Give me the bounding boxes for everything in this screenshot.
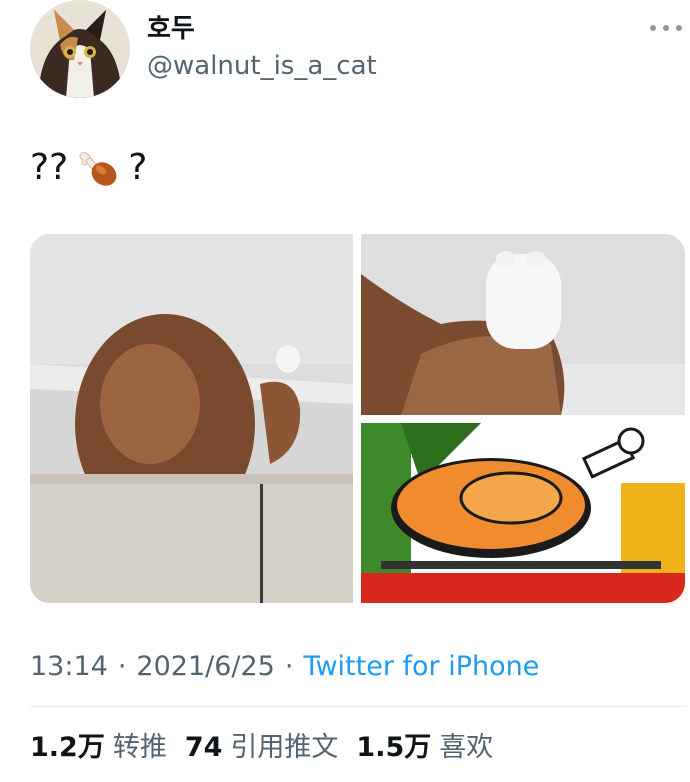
more-options-button[interactable]	[650, 18, 682, 38]
meta-separator: ·	[117, 651, 127, 682]
cat-avatar-icon	[30, 0, 130, 98]
tweet-time[interactable]: 13:14	[30, 650, 108, 684]
tweet-text-after: ?	[128, 147, 148, 188]
tweet-stats: 1.2万 转推 74 引用推文 1.5万 喜欢	[30, 730, 511, 766]
retweets-label: 转推	[112, 732, 167, 763]
likes-label: 喜欢	[439, 732, 494, 763]
cat-paw-closeup-photo-icon	[361, 234, 685, 415]
divider	[30, 706, 685, 707]
cartoon-roast-turkey-image-icon	[361, 423, 685, 603]
more-dot-icon	[676, 25, 682, 31]
more-dot-icon	[650, 25, 656, 31]
tweet-source-link[interactable]: Twitter for iPhone	[303, 650, 539, 684]
avatar[interactable]	[30, 0, 130, 98]
media-image-3[interactable]	[361, 423, 685, 603]
quotes-stat[interactable]: 74 引用推文	[185, 730, 339, 766]
likes-count: 1.5万	[356, 732, 432, 763]
retweets-count: 1.2万	[30, 732, 105, 763]
quotes-label: 引用推文	[230, 732, 339, 763]
tweet-text-before: ??	[30, 147, 69, 188]
likes-stat[interactable]: 1.5万 喜欢	[356, 730, 493, 766]
user-handle[interactable]: @walnut_is_a_cat	[147, 50, 377, 82]
cat-back-photo-icon	[30, 234, 353, 603]
poultry-leg-emoji-icon	[79, 151, 117, 186]
retweets-stat[interactable]: 1.2万 转推	[30, 730, 167, 766]
media-image-2[interactable]	[361, 234, 685, 415]
media-grid	[30, 234, 685, 603]
meta-separator: ·	[284, 651, 294, 682]
media-image-1[interactable]	[30, 234, 353, 603]
display-name[interactable]: 호두	[147, 14, 195, 44]
tweet-timestamp: 13:14 · 2021/6/25 · Twitter for iPhone	[30, 650, 539, 684]
more-dot-icon	[663, 25, 669, 31]
tweet-text: ?? ?	[30, 146, 147, 190]
tweet-detail: 호두 @walnut_is_a_cat ?? ? 13:14 · 2021/6/…	[0, 0, 690, 782]
tweet-date[interactable]: 2021/6/25	[136, 650, 274, 684]
quotes-count: 74	[184, 732, 223, 763]
